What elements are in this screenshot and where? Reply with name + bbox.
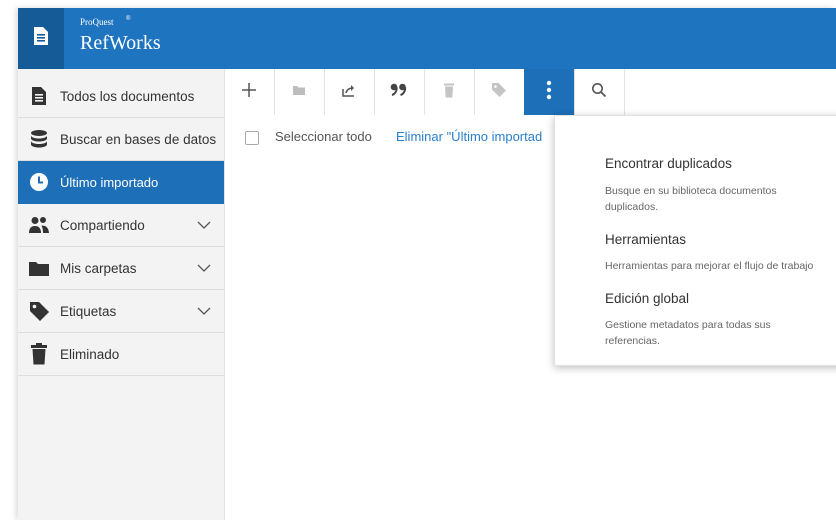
sidebar-item-last-imported[interactable]: Último importado — [18, 161, 224, 204]
select-all-checkbox[interactable] — [245, 131, 259, 145]
chevron-down-icon[interactable] — [197, 261, 211, 276]
select-all-label[interactable]: Seleccionar todo — [275, 129, 372, 144]
database-icon — [27, 128, 51, 150]
sidebar-item-label: Etiquetas — [60, 303, 117, 319]
clock-icon — [27, 171, 51, 193]
tag-icon — [27, 300, 51, 322]
sidebar-item-search-databases[interactable]: Buscar en bases de datos — [18, 118, 224, 161]
remove-last-imported-link[interactable]: Eliminar "Último importad — [396, 129, 542, 144]
sidebar-item-label: Eliminado — [60, 346, 120, 362]
tag-button[interactable] — [474, 69, 525, 115]
brand-proquest: ProQuest — [80, 17, 114, 27]
sidebar-item-tags[interactable]: Etiquetas — [18, 290, 224, 333]
menu-item-find-duplicates[interactable]: Encontrar duplicados — [605, 156, 732, 171]
menu-item-description: Busque en su biblioteca documentos — [605, 185, 777, 197]
delete-button[interactable] — [424, 69, 475, 115]
chevron-down-icon[interactable] — [197, 304, 211, 319]
menu-item-global-edit[interactable]: Edición global — [605, 291, 689, 306]
share-icon — [341, 82, 357, 103]
menu-item-description: duplicados. — [605, 201, 659, 213]
menu-item-description: Gestione metadatos para todas sus — [605, 319, 771, 331]
people-icon — [27, 214, 51, 236]
share-button[interactable] — [324, 69, 375, 115]
search-button[interactable] — [574, 69, 625, 115]
sidebar-item-deleted[interactable]: Eliminado — [18, 333, 224, 376]
menu-item-description: referencias. — [605, 335, 660, 347]
app-header: ProQuest ® RefWorks — [18, 8, 836, 69]
trash-icon — [27, 343, 51, 365]
sidebar: Todos los documentos Buscar en bases de … — [18, 69, 225, 520]
plus-icon — [241, 82, 257, 103]
add-button[interactable] — [224, 69, 275, 115]
trademark-mark: ® — [126, 16, 131, 22]
app-window: ProQuest ® RefWorks Todos los documentos … — [18, 8, 836, 520]
toolbar — [224, 69, 836, 115]
sidebar-item-label: Todos los documentos — [60, 88, 195, 104]
document-icon — [33, 26, 49, 51]
tag-icon — [491, 82, 507, 103]
document-icon — [27, 85, 51, 107]
cite-button[interactable] — [374, 69, 425, 115]
sidebar-item-label: Mis carpetas — [60, 260, 137, 276]
more-options-menu: Encontrar duplicados Busque en su biblio… — [554, 115, 836, 366]
folder-icon — [27, 257, 51, 279]
chevron-down-icon[interactable] — [197, 218, 211, 233]
add-to-folder-button[interactable] — [274, 69, 325, 115]
sidebar-item-all-documents[interactable]: Todos los documentos — [18, 75, 224, 118]
menu-item-description: Herramientas para mejorar el flujo de tr… — [605, 260, 814, 272]
app-menu-button[interactable] — [18, 8, 64, 69]
quote-icon — [390, 82, 408, 103]
search-icon — [591, 82, 607, 103]
sidebar-item-label: Último importado — [60, 174, 159, 190]
menu-item-tools[interactable]: Herramientas — [605, 232, 686, 247]
sidebar-item-sharing[interactable]: Compartiendo — [18, 204, 224, 247]
trash-icon — [443, 82, 455, 103]
brand-refworks: RefWorks — [80, 32, 161, 54]
sidebar-item-my-folders[interactable]: Mis carpetas — [18, 247, 224, 290]
folder-icon — [292, 83, 306, 101]
sidebar-item-label: Buscar en bases de datos — [60, 131, 217, 147]
more-vertical-icon — [546, 80, 552, 105]
sidebar-item-label: Compartiendo — [60, 217, 145, 233]
more-options-button[interactable] — [524, 69, 575, 115]
